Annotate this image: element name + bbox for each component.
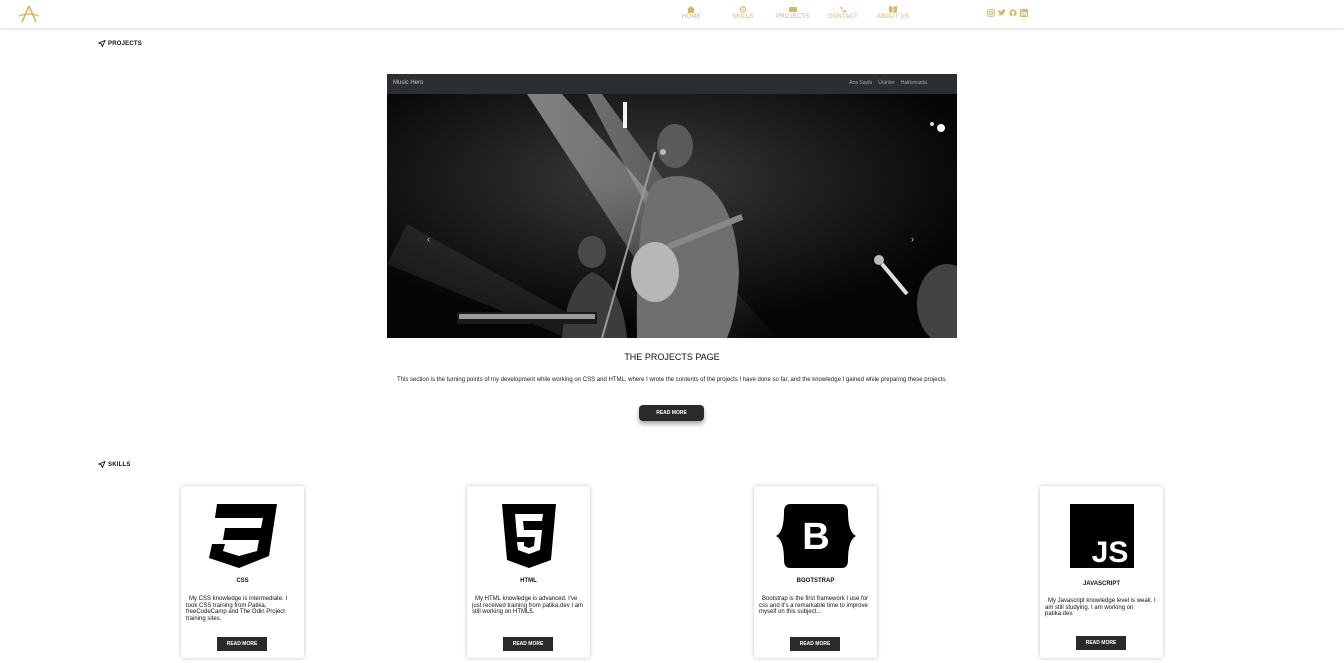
- javascript-read-more-button[interactable]: READ MORE: [1076, 636, 1126, 650]
- concert-photo: [387, 94, 957, 338]
- css3-icon: [208, 504, 277, 568]
- nav-projects[interactable]: PROJECTS: [776, 6, 810, 20]
- hero-link-about[interactable]: Hakkımızda: [901, 80, 927, 86]
- share-icon: [98, 461, 106, 468]
- skill-card-text: My CSS knowledge is intermediate. I took…: [186, 596, 288, 622]
- skill-card-text: Bootstrap is the first framework I use f…: [759, 596, 869, 615]
- home-icon: [687, 6, 696, 13]
- javascript-icon: JS: [1069, 504, 1134, 568]
- hero-link-home[interactable]: Ana Sayfa: [849, 80, 872, 86]
- svg-text:B: B: [802, 516, 829, 558]
- nav-skills-label: SKILLS: [732, 14, 754, 20]
- twitter-icon[interactable]: [998, 9, 1006, 17]
- carousel-next-button[interactable]: ›: [911, 234, 914, 244]
- book-icon: [889, 6, 898, 13]
- phone-icon: [840, 6, 846, 13]
- linkedin-icon[interactable]: [1020, 9, 1028, 17]
- nav-about-label: ABOUT US: [877, 14, 910, 20]
- hero-link-products[interactable]: Ürünler: [878, 80, 894, 86]
- hero-brand[interactable]: Music Hero: [393, 80, 423, 86]
- navbar: HOME SKILLS PROJECTS CONTACT ABOUT US: [0, 0, 1344, 28]
- projects-read-more-button[interactable]: READ MORE: [639, 405, 704, 421]
- skill-card-title: CSS: [236, 578, 249, 584]
- projects-description: This section is the turning points of my…: [397, 377, 947, 383]
- social-links: [987, 9, 1028, 17]
- html5-icon: [501, 504, 556, 568]
- skill-card-css: CSS My CSS knowledge is intermediate. I …: [181, 486, 304, 658]
- nav-contact[interactable]: CONTACT: [828, 6, 858, 20]
- nav-home-label: HOME: [682, 14, 701, 20]
- svg-text:JS: JS: [1091, 536, 1128, 568]
- projects-title: THE PROJECTS PAGE: [624, 352, 720, 362]
- instagram-icon[interactable]: [987, 9, 995, 17]
- share-icon: [98, 40, 106, 47]
- projects-section-label: PROJECTS: [98, 40, 142, 47]
- skills-section-label: SKILLS: [98, 461, 131, 468]
- skill-card-text: My HTML knowledge is advanced. I've just…: [472, 596, 584, 615]
- carousel-prev-button[interactable]: ‹: [427, 234, 430, 244]
- skill-card-title: JAVASCRIPT: [1082, 581, 1121, 587]
- skill-card-title: BOOTSTRAP: [796, 578, 835, 584]
- nav-skills[interactable]: SKILLS: [732, 6, 754, 20]
- card-icon: [788, 7, 797, 12]
- hero-nav-links: Ana Sayfa Ürünler Hakkımızda: [849, 80, 927, 86]
- skills-label-text: SKILLS: [108, 461, 131, 468]
- nav-home[interactable]: HOME: [682, 6, 701, 20]
- bootstrap-icon: B: [775, 504, 856, 568]
- gear-icon: [739, 6, 747, 13]
- projects-carousel[interactable]: Music Hero Ana Sayfa Ürünler Hakkımızda: [387, 74, 957, 338]
- nav-contact-label: CONTACT: [828, 14, 858, 20]
- skill-card-bootstrap: B BOOTSTRAP Bootstrap is the first frame…: [754, 486, 877, 658]
- skill-card-javascript: JS JAVASCRIPT My Javascript knowledge le…: [1040, 486, 1163, 658]
- nav-about[interactable]: ABOUT US: [877, 6, 909, 20]
- nav-projects-label: PROJECTS: [776, 14, 810, 20]
- skill-card-html: HTML My HTML knowledge is advanced. I've…: [467, 486, 590, 658]
- html-read-more-button[interactable]: READ MORE: [503, 637, 553, 651]
- skill-card-title: HTML: [520, 578, 537, 584]
- github-icon[interactable]: [1009, 9, 1017, 17]
- bootstrap-read-more-button[interactable]: READ MORE: [790, 637, 840, 651]
- skill-card-text: My Javascript knowledge level is weak. I…: [1045, 598, 1156, 617]
- projects-label-text: PROJECTS: [108, 40, 142, 47]
- logo-icon[interactable]: [18, 5, 40, 23]
- css-read-more-button[interactable]: READ MORE: [217, 637, 267, 651]
- hero-navbar: Music Hero Ana Sayfa Ürünler Hakkımızda: [387, 74, 957, 94]
